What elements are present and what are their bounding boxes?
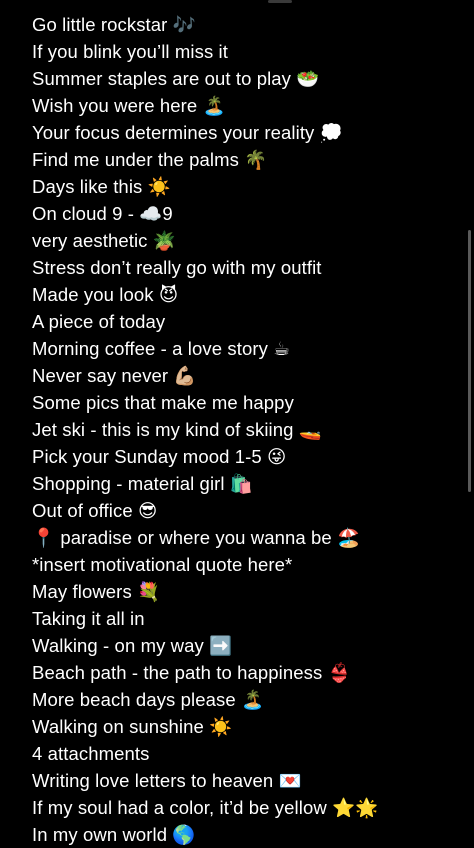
note-line: In my own world 🌎 xyxy=(32,824,196,845)
note-text-body[interactable]: Go little rockstar 🎶 If you blink you’ll… xyxy=(32,11,454,848)
note-line: Your focus determines your reality 💭 xyxy=(32,122,343,143)
note-line: *insert motivational quote here* xyxy=(32,554,293,575)
note-line: 4 attachments xyxy=(32,743,150,764)
note-line: 📍 paradise or where you wanna be 🏖️ xyxy=(32,527,361,548)
note-line: Some pics that make me happy xyxy=(32,392,294,413)
note-line: Walking on sunshine ☀️ xyxy=(32,716,233,737)
note-line: If my soul had a color, it’d be yellow ⭐… xyxy=(32,797,379,818)
note-line: Wish you were here 🏝️ xyxy=(32,95,226,116)
notes-page: Go little rockstar 🎶 If you blink you’ll… xyxy=(0,0,474,845)
note-line: Out of office 😎 xyxy=(32,500,158,521)
note-line: A piece of today xyxy=(32,311,166,332)
note-line: Shopping - material girl 🛍️ xyxy=(32,473,254,494)
note-line: Beach path - the path to happiness 👙 xyxy=(32,662,351,683)
note-line: Summer staples are out to play 🥗 xyxy=(32,68,320,89)
note-line: Made you look 😈 xyxy=(32,284,179,305)
note-line: Go little rockstar 🎶 xyxy=(32,14,196,35)
note-line: Pick your Sunday mood 1-5 😜 xyxy=(32,446,287,467)
note-line: Walking - on my way ➡️ xyxy=(32,635,233,656)
note-line: Morning coffee - a love story ☕ xyxy=(32,338,290,359)
note-line: Never say never 💪🏼 xyxy=(32,365,197,386)
note-line: Jet ski - this is my kind of skiing 🚤 xyxy=(32,419,322,440)
note-line: On cloud 9 - ☁️9 xyxy=(32,203,173,224)
scrollbar[interactable] xyxy=(468,230,471,492)
note-line: Taking it all in xyxy=(32,608,145,629)
note-line: Days like this ☀️ xyxy=(32,176,171,197)
note-line: Writing love letters to heaven 💌 xyxy=(32,770,302,791)
note-line: May flowers 💐 xyxy=(32,581,161,602)
note-line: Stress don’t really go with my outfit xyxy=(32,257,322,278)
note-line: If you blink you’ll miss it xyxy=(32,41,228,62)
note-line: very aesthetic 🪴 xyxy=(32,230,176,251)
note-line: More beach days please 🏝️ xyxy=(32,689,265,710)
note-line: Find me under the palms 🌴 xyxy=(32,149,268,170)
top-indicator xyxy=(268,0,292,3)
